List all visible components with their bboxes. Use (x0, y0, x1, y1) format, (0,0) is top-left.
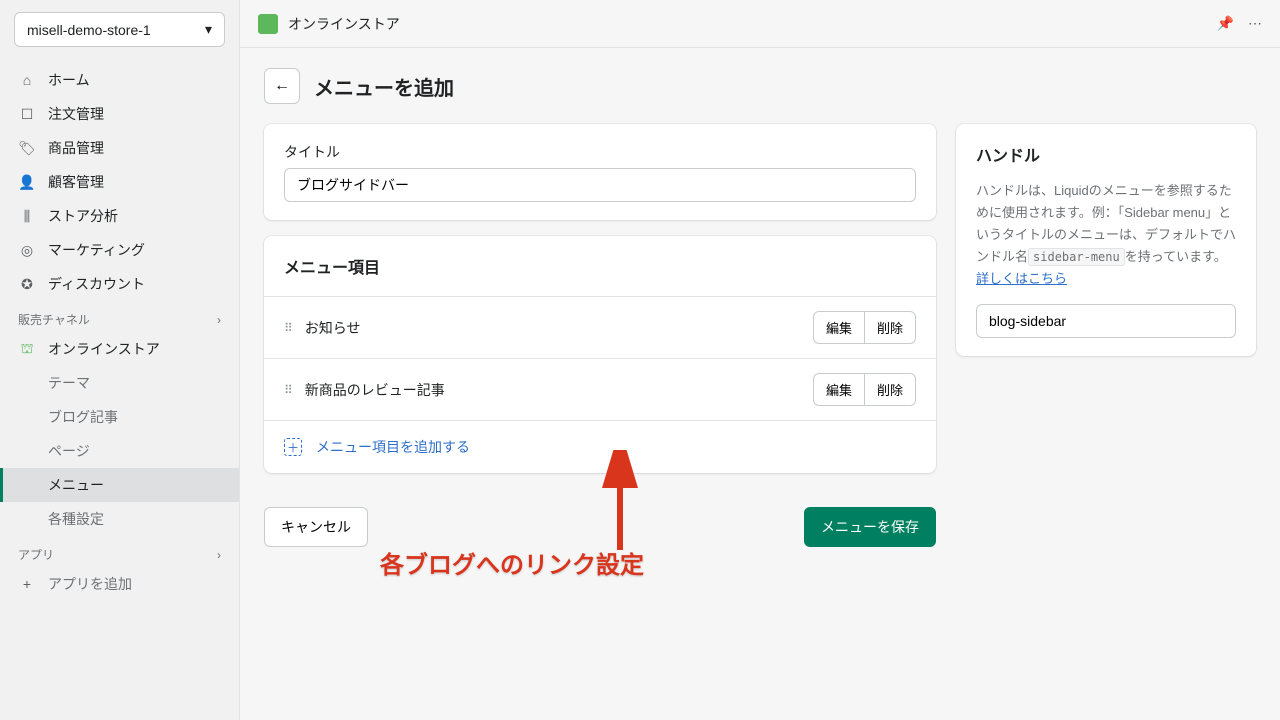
nav-discounts[interactable]: ✪ディスカウント (0, 267, 239, 301)
handle-input[interactable] (976, 304, 1236, 338)
shop-icon (258, 14, 278, 34)
title-input[interactable] (284, 168, 916, 202)
orders-icon: ☐ (18, 105, 36, 123)
menu-item-row: ⠿ お知らせ 編集 削除 (264, 296, 936, 358)
layout: タイトル メニュー項目 ⠿ お知らせ 編集 削除 (264, 124, 1256, 547)
drag-handle-icon[interactable]: ⠿ (284, 321, 291, 335)
topbar-right: 📌 ⋯ (1217, 15, 1262, 32)
nav-products[interactable]: 🏷商品管理 (0, 131, 239, 165)
topbar: オンラインストア 📌 ⋯ (240, 0, 1280, 48)
handle-description: ハンドルは、Liquidのメニューを参照するために使用されます。例：「Sideb… (976, 180, 1236, 290)
delete-button[interactable]: 削除 (865, 311, 916, 344)
pin-icon[interactable]: 📌 (1217, 15, 1234, 32)
page-header: ← メニューを追加 (264, 68, 1256, 104)
menu-item-actions: 編集 削除 (813, 373, 916, 406)
main-nav: ⌂ホーム ☐注文管理 🏷商品管理 👤顧客管理 ⫼ストア分析 ◎マーケティング ✪… (0, 59, 239, 605)
handle-title: ハンドル (976, 142, 1236, 166)
menu-items-title: メニュー項目 (264, 236, 936, 296)
save-button[interactable]: メニューを保存 (804, 507, 936, 547)
sidebar: misell-demo-store-1 ▾ ⌂ホーム ☐注文管理 🏷商品管理 👤… (0, 0, 240, 720)
topbar-left: オンラインストア (258, 14, 400, 34)
marketing-icon: ◎ (18, 241, 36, 259)
edit-button[interactable]: 編集 (813, 373, 865, 406)
handle-card: ハンドル ハンドルは、Liquidのメニューを参照するために使用されます。例：「… (956, 124, 1256, 356)
nav-analytics[interactable]: ⫼ストア分析 (0, 199, 239, 233)
subnav-preferences[interactable]: 各種設定 (0, 502, 239, 536)
page-title: メニューを追加 (314, 72, 454, 101)
discounts-icon: ✪ (18, 275, 36, 293)
add-menu-item-label: メニュー項目を追加する (316, 437, 470, 457)
menu-item-label: お知らせ (305, 318, 361, 338)
chevron-right-icon[interactable]: › (217, 313, 221, 327)
menu-items-card: メニュー項目 ⠿ お知らせ 編集 削除 (264, 236, 936, 473)
learn-more-link[interactable]: 詳しくはこちら (976, 271, 1067, 286)
subnav-pages[interactable]: ページ (0, 434, 239, 468)
nav-online-store[interactable]: ⛫オンラインストア (0, 332, 239, 366)
menu-item-row: ⠿ 新商品のレビュー記事 編集 削除 (264, 358, 936, 420)
apps-section: アプリ › (0, 536, 239, 567)
nav-marketing[interactable]: ◎マーケティング (0, 233, 239, 267)
subnav-blogs[interactable]: ブログ記事 (0, 400, 239, 434)
content: ← メニューを追加 タイトル メニュー項目 ⠿ お知らせ (240, 48, 1280, 720)
nav-add-app[interactable]: +アプリを追加 (0, 567, 239, 601)
topbar-title: オンラインストア (288, 14, 400, 34)
annotation-arrow-icon (600, 450, 640, 560)
store-name: misell-demo-store-1 (27, 22, 151, 38)
edit-button[interactable]: 編集 (813, 311, 865, 344)
side-column: ハンドル ハンドルは、Liquidのメニューを参照するために使用されます。例：「… (956, 124, 1256, 356)
title-card: タイトル (264, 124, 936, 220)
store-selector[interactable]: misell-demo-store-1 ▾ (14, 12, 225, 47)
back-button[interactable]: ← (264, 68, 300, 104)
nav-orders[interactable]: ☐注文管理 (0, 97, 239, 131)
add-icon: ＋ (284, 438, 302, 456)
channels-section: 販売チャネル › (0, 301, 239, 332)
nav-customers[interactable]: 👤顧客管理 (0, 165, 239, 199)
products-icon: 🏷 (18, 139, 36, 157)
cancel-button[interactable]: キャンセル (264, 507, 368, 547)
home-icon: ⌂ (18, 71, 36, 89)
menu-item-label: 新商品のレビュー記事 (305, 380, 445, 400)
subnav-themes[interactable]: テーマ (0, 366, 239, 400)
customers-icon: 👤 (18, 173, 36, 191)
delete-button[interactable]: 削除 (865, 373, 916, 406)
menu-item-actions: 編集 削除 (813, 311, 916, 344)
main: オンラインストア 📌 ⋯ ← メニューを追加 タイトル メニュー項 (240, 0, 1280, 720)
arrow-left-icon: ← (274, 77, 290, 95)
subnav-menus[interactable]: メニュー (0, 468, 239, 502)
online-store-subnav: テーマ ブログ記事 ページ メニュー 各種設定 (0, 366, 239, 536)
more-icon[interactable]: ⋯ (1248, 15, 1262, 32)
title-label: タイトル (284, 142, 916, 162)
drag-handle-icon[interactable]: ⠿ (284, 383, 291, 397)
annotation-text: 各ブログへのリンク設定 (380, 545, 644, 580)
nav-home[interactable]: ⌂ホーム (0, 63, 239, 97)
analytics-icon: ⫼ (18, 207, 36, 225)
handle-code: sidebar-menu (1028, 248, 1125, 266)
chevron-right-icon[interactable]: › (217, 548, 221, 562)
chevron-down-icon: ▾ (205, 21, 212, 38)
plus-icon: + (18, 575, 36, 593)
store-icon: ⛫ (18, 340, 36, 358)
